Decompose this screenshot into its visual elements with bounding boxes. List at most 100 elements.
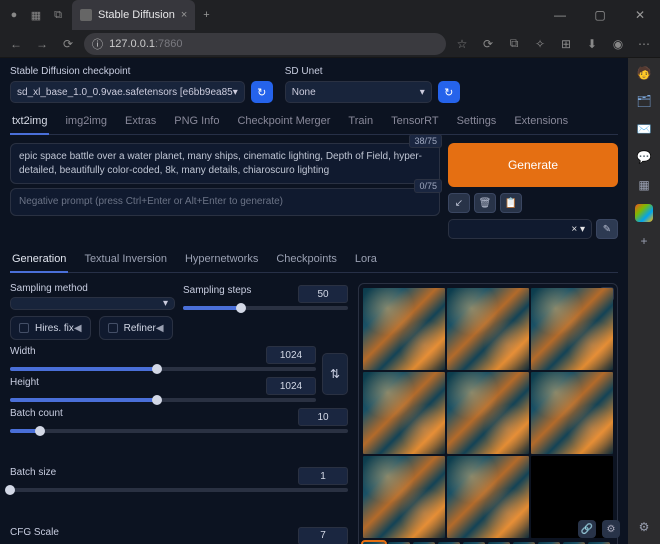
- favicon-icon: [80, 9, 92, 21]
- site-info-icon[interactable]: ⓘ: [92, 36, 109, 52]
- window-maximize[interactable]: ▢: [580, 0, 620, 30]
- url-host: 127.0.0.1: [109, 38, 155, 50]
- chevron-down-icon: ▾: [163, 298, 168, 309]
- refiner-checkbox[interactable]: [108, 323, 118, 333]
- refresh-button[interactable]: ⟳: [58, 34, 78, 54]
- hires-checkbox[interactable]: [19, 323, 29, 333]
- sidebar-chat-icon[interactable]: 💬: [635, 148, 653, 166]
- clear-button[interactable]: 🗑: [474, 193, 496, 213]
- sub-tabs: Generation Textual Inversion Hypernetwor…: [10, 253, 618, 273]
- gallery-image[interactable]: [447, 288, 529, 370]
- gallery-image[interactable]: [447, 372, 529, 454]
- main-tabs: txt2img img2img Extras PNG Info Checkpoi…: [10, 115, 618, 135]
- browser-tab[interactable]: Stable Diffusion ×: [72, 0, 195, 30]
- refiner-accordion[interactable]: Refiner◀: [99, 316, 173, 340]
- edge-sidebar: 🧑 🗂 ✉️ 💬 ▦ ■ + ⚙: [628, 58, 660, 544]
- refresh-checkpoint-button[interactable]: ↻: [251, 81, 273, 103]
- styles-select[interactable]: × ▾: [448, 219, 592, 239]
- batch-size-slider[interactable]: [10, 488, 348, 492]
- collections-icon[interactable]: ⧉: [504, 34, 524, 54]
- cfg-value[interactable]: 7: [298, 527, 348, 544]
- gallery-image[interactable]: [447, 456, 529, 538]
- tab-extras[interactable]: Extras: [123, 115, 158, 134]
- batch-count-label: Batch count: [10, 408, 63, 426]
- hires-fix-accordion[interactable]: Hires. fix◀: [10, 316, 91, 340]
- menu-icon[interactable]: ⋯: [634, 34, 654, 54]
- extensions-icon[interactable]: ☆: [452, 34, 472, 54]
- height-slider[interactable]: [10, 398, 316, 402]
- tab-img2img[interactable]: img2img: [63, 115, 109, 134]
- checkpoint-label: Stable Diffusion checkpoint: [10, 66, 273, 77]
- height-value[interactable]: 1024: [266, 377, 316, 395]
- batch-count-slider[interactable]: [10, 429, 348, 433]
- gallery-image[interactable]: [531, 288, 613, 370]
- sidebar-add-button[interactable]: +: [635, 232, 653, 250]
- toolbar: ← → ⟳ ⓘ 127.0.0.1:7860 ☆ ⟳ ⧉ ✧ ⊞ ⬇ ◉ ⋯: [0, 30, 660, 58]
- float-settings-button[interactable]: ⚙: [602, 520, 620, 538]
- prompt-counter: 38/75: [409, 134, 442, 148]
- subtab-checkpoints[interactable]: Checkpoints: [274, 253, 339, 272]
- gallery-image[interactable]: [531, 372, 613, 454]
- generate-button[interactable]: Generate: [448, 143, 618, 187]
- window-titlebar: ● ▦ ⧉ Stable Diffusion × + — ▢ ✕: [0, 0, 660, 30]
- edit-style-button[interactable]: ✎: [596, 219, 618, 239]
- new-tab-button[interactable]: +: [195, 9, 217, 21]
- profile-icon[interactable]: ◉: [608, 34, 628, 54]
- sidebar-grid-icon[interactable]: ▦: [635, 176, 653, 194]
- sampling-method-select[interactable]: ▾: [10, 297, 175, 310]
- window-close[interactable]: ✕: [620, 0, 660, 30]
- tab-extensions[interactable]: Extensions: [512, 115, 570, 134]
- close-tab-icon[interactable]: ×: [181, 9, 187, 21]
- sidebar-copilot-icon[interactable]: 🧑: [635, 64, 653, 82]
- interrogate-button[interactable]: ↙: [448, 193, 470, 213]
- sync-icon[interactable]: ⟳: [478, 34, 498, 54]
- unet-select[interactable]: None▾: [285, 81, 432, 103]
- gallery-image[interactable]: [363, 288, 445, 370]
- app-icon: ●: [6, 7, 22, 23]
- float-link-button[interactable]: 🔗: [578, 520, 596, 538]
- cfg-label: CFG Scale: [10, 527, 59, 544]
- sidebar-tools-icon[interactable]: 🗂: [635, 92, 653, 110]
- tab-train[interactable]: Train: [346, 115, 375, 134]
- tab-txt2img[interactable]: txt2img: [10, 115, 49, 135]
- subtab-lora[interactable]: Lora: [353, 253, 379, 272]
- tab-tensorrt[interactable]: TensorRT: [389, 115, 440, 134]
- width-slider[interactable]: [10, 367, 316, 371]
- window-minimize[interactable]: —: [540, 0, 580, 30]
- tab-settings[interactable]: Settings: [455, 115, 499, 134]
- width-label: Width: [10, 346, 36, 364]
- downloads-icon[interactable]: ⬇: [582, 34, 602, 54]
- tab-merger[interactable]: Checkpoint Merger: [235, 115, 332, 134]
- favorites-icon[interactable]: ✧: [530, 34, 550, 54]
- gallery-image[interactable]: [363, 372, 445, 454]
- forward-button[interactable]: →: [32, 34, 52, 54]
- gallery-image[interactable]: [363, 456, 445, 538]
- batch-count-value[interactable]: 10: [298, 408, 348, 426]
- back-button[interactable]: ←: [6, 34, 26, 54]
- gallery: ×: [358, 283, 618, 544]
- tab-pnginfo[interactable]: PNG Info: [172, 115, 221, 134]
- sidebar-outlook-icon[interactable]: ✉️: [635, 120, 653, 138]
- paste-button[interactable]: 📋: [500, 193, 522, 213]
- chevron-down-icon: ▾: [420, 87, 425, 98]
- batch-size-value[interactable]: 1: [298, 467, 348, 485]
- refresh-unet-button[interactable]: ↻: [438, 81, 460, 103]
- neg-prompt-counter: 0/75: [414, 179, 442, 193]
- sampling-steps-value[interactable]: 50: [298, 285, 348, 303]
- workspaces-icon[interactable]: ▦: [28, 7, 44, 23]
- addon-icon[interactable]: ⊞: [556, 34, 576, 54]
- sidebar-settings-icon[interactable]: ⚙: [635, 518, 653, 536]
- prompt-input[interactable]: epic space battle over a water planet, m…: [10, 143, 440, 184]
- subtab-generation[interactable]: Generation: [10, 253, 68, 273]
- subtab-hypernetworks[interactable]: Hypernetworks: [183, 253, 260, 272]
- subtab-textual-inversion[interactable]: Textual Inversion: [82, 253, 169, 272]
- url-bar[interactable]: ⓘ 127.0.0.1:7860: [84, 33, 446, 55]
- tab-actions-icon[interactable]: ⧉: [50, 7, 66, 23]
- neg-prompt-input[interactable]: Negative prompt (press Ctrl+Enter or Alt…: [10, 188, 440, 216]
- sampling-steps-slider[interactable]: [183, 306, 348, 310]
- checkpoint-select[interactable]: sd_xl_base_1.0_0.9vae.safetensors [e6bb9…: [10, 81, 245, 103]
- width-value[interactable]: 1024: [266, 346, 316, 364]
- swap-dimensions-button[interactable]: ⇅: [322, 353, 348, 395]
- sidebar-msft-icon[interactable]: ■: [635, 204, 653, 222]
- app-content: Stable Diffusion checkpoint sd_xl_base_1…: [0, 58, 628, 544]
